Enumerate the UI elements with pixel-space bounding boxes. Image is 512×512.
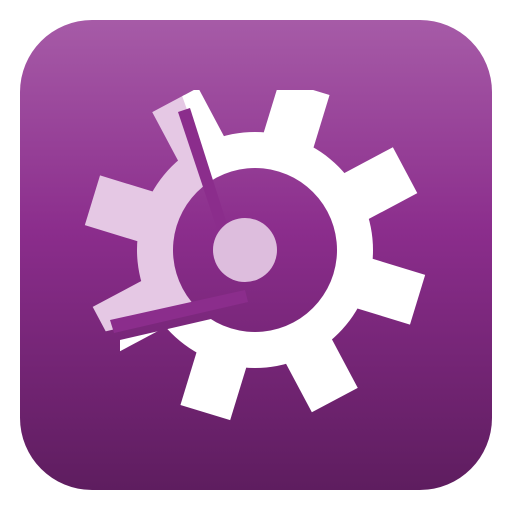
app-icon xyxy=(0,0,512,512)
gear-hub-icon xyxy=(213,218,277,282)
app-icon-canvas xyxy=(0,0,512,512)
